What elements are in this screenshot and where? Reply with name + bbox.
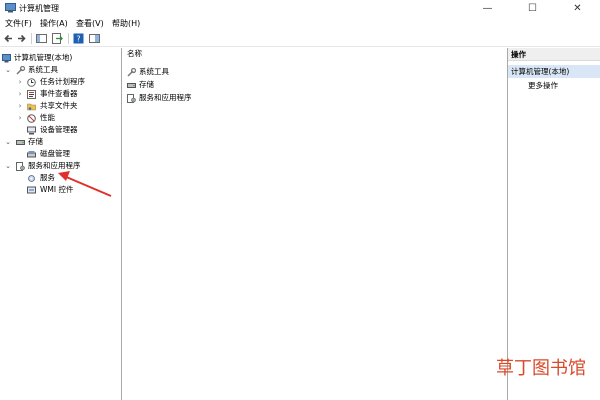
- list-item-label: 服务和应用程序: [139, 93, 192, 102]
- menu-help[interactable]: 帮助(H): [112, 18, 140, 29]
- collapse-chevron-icon[interactable]: ⌄: [4, 136, 12, 148]
- export-list-icon[interactable]: [52, 33, 63, 44]
- tools-icon: [127, 68, 136, 77]
- list-item-label: 系统工具: [139, 67, 169, 76]
- tree-item-label: 服务和应用程序: [28, 161, 81, 170]
- storage-icon: [16, 140, 25, 145]
- services-apps-icon: [127, 94, 136, 103]
- close-button[interactable]: ✕: [555, 0, 600, 17]
- title-bar: 计算机管理 — ☐ ✕: [0, 0, 600, 17]
- help-icon[interactable]: ?: [73, 33, 84, 44]
- performance-icon: [27, 114, 36, 123]
- tree-item-label: WMI 控件: [40, 185, 74, 194]
- wmi-control-icon: [27, 186, 36, 194]
- tree-item-label: 任务计划程序: [40, 77, 85, 86]
- expand-chevron-icon[interactable]: ›: [16, 100, 24, 112]
- navigation-tree: 计算机管理(本地) ⌄ 系统工具 › 任务计划程序 › 事件查看器 › 共享文件…: [0, 48, 122, 400]
- actions-header: 操作: [508, 48, 600, 61]
- tree-item-label: 设备管理器: [40, 125, 78, 134]
- svg-text:?: ?: [76, 35, 80, 44]
- tree-item-label: 服务: [40, 173, 55, 182]
- collapse-chevron-icon[interactable]: ⌄: [4, 64, 12, 76]
- tree-root-label: 计算机管理(本地): [14, 53, 73, 62]
- forward-arrow-icon[interactable]: [16, 33, 27, 44]
- tree-item-label: 共享文件夹: [40, 101, 78, 110]
- column-header-name[interactable]: 名称: [122, 48, 507, 60]
- services-gear-icon: [28, 175, 35, 182]
- tree-item-label: 性能: [40, 113, 55, 122]
- event-viewer-icon: [27, 90, 36, 99]
- computer-management-icon: [5, 3, 16, 13]
- window-title: 计算机管理: [19, 4, 59, 13]
- expand-chevron-icon[interactable]: ›: [16, 112, 24, 124]
- device-manager-icon: [27, 126, 36, 135]
- services-apps-icon: [16, 162, 25, 171]
- menu-view[interactable]: 查看(V): [76, 18, 104, 29]
- menu-bar: 文件(F) 操作(A) 查看(V) 帮助(H): [0, 17, 600, 31]
- toolbar: ?: [0, 31, 600, 47]
- collapse-chevron-icon[interactable]: ⌄: [4, 160, 12, 172]
- tree-item-label: 系统工具: [28, 65, 58, 74]
- tree-item-label: 存储: [28, 137, 43, 146]
- expand-chevron-icon[interactable]: ›: [16, 88, 24, 100]
- watermark-text: 草丁图书馆: [496, 358, 586, 379]
- tree-item-label: 事件查看器: [40, 89, 78, 98]
- show-hide-tree-icon[interactable]: [36, 33, 47, 44]
- disk-management-icon: [27, 151, 36, 158]
- tree-item-label: 磁盘管理: [40, 149, 70, 158]
- expand-chevron-icon[interactable]: ›: [16, 76, 24, 88]
- minimize-button[interactable]: —: [465, 0, 510, 17]
- list-item-label: 存储: [139, 80, 154, 89]
- toolbar-separator: [68, 33, 69, 44]
- storage-icon: [127, 83, 136, 88]
- clock-icon: [27, 78, 36, 87]
- menu-file[interactable]: 文件(F): [5, 18, 32, 29]
- shared-folder-icon: [27, 103, 36, 111]
- action-pane-icon[interactable]: [89, 33, 100, 44]
- more-actions-link[interactable]: 更多操作: [528, 80, 558, 92]
- content-list: 名称 系统工具 存储 服务和应用程序: [122, 48, 508, 400]
- actions-pane: 操作 计算机管理(本地) 更多操作: [508, 48, 600, 400]
- tools-icon: [16, 66, 25, 75]
- computer-management-icon: [2, 54, 11, 63]
- maximize-button[interactable]: ☐: [510, 0, 555, 17]
- menu-action[interactable]: 操作(A): [40, 18, 68, 29]
- actions-section-computer-management[interactable]: 计算机管理(本地): [508, 65, 600, 78]
- toolbar-separator: [31, 33, 32, 44]
- back-arrow-icon[interactable]: [3, 33, 14, 44]
